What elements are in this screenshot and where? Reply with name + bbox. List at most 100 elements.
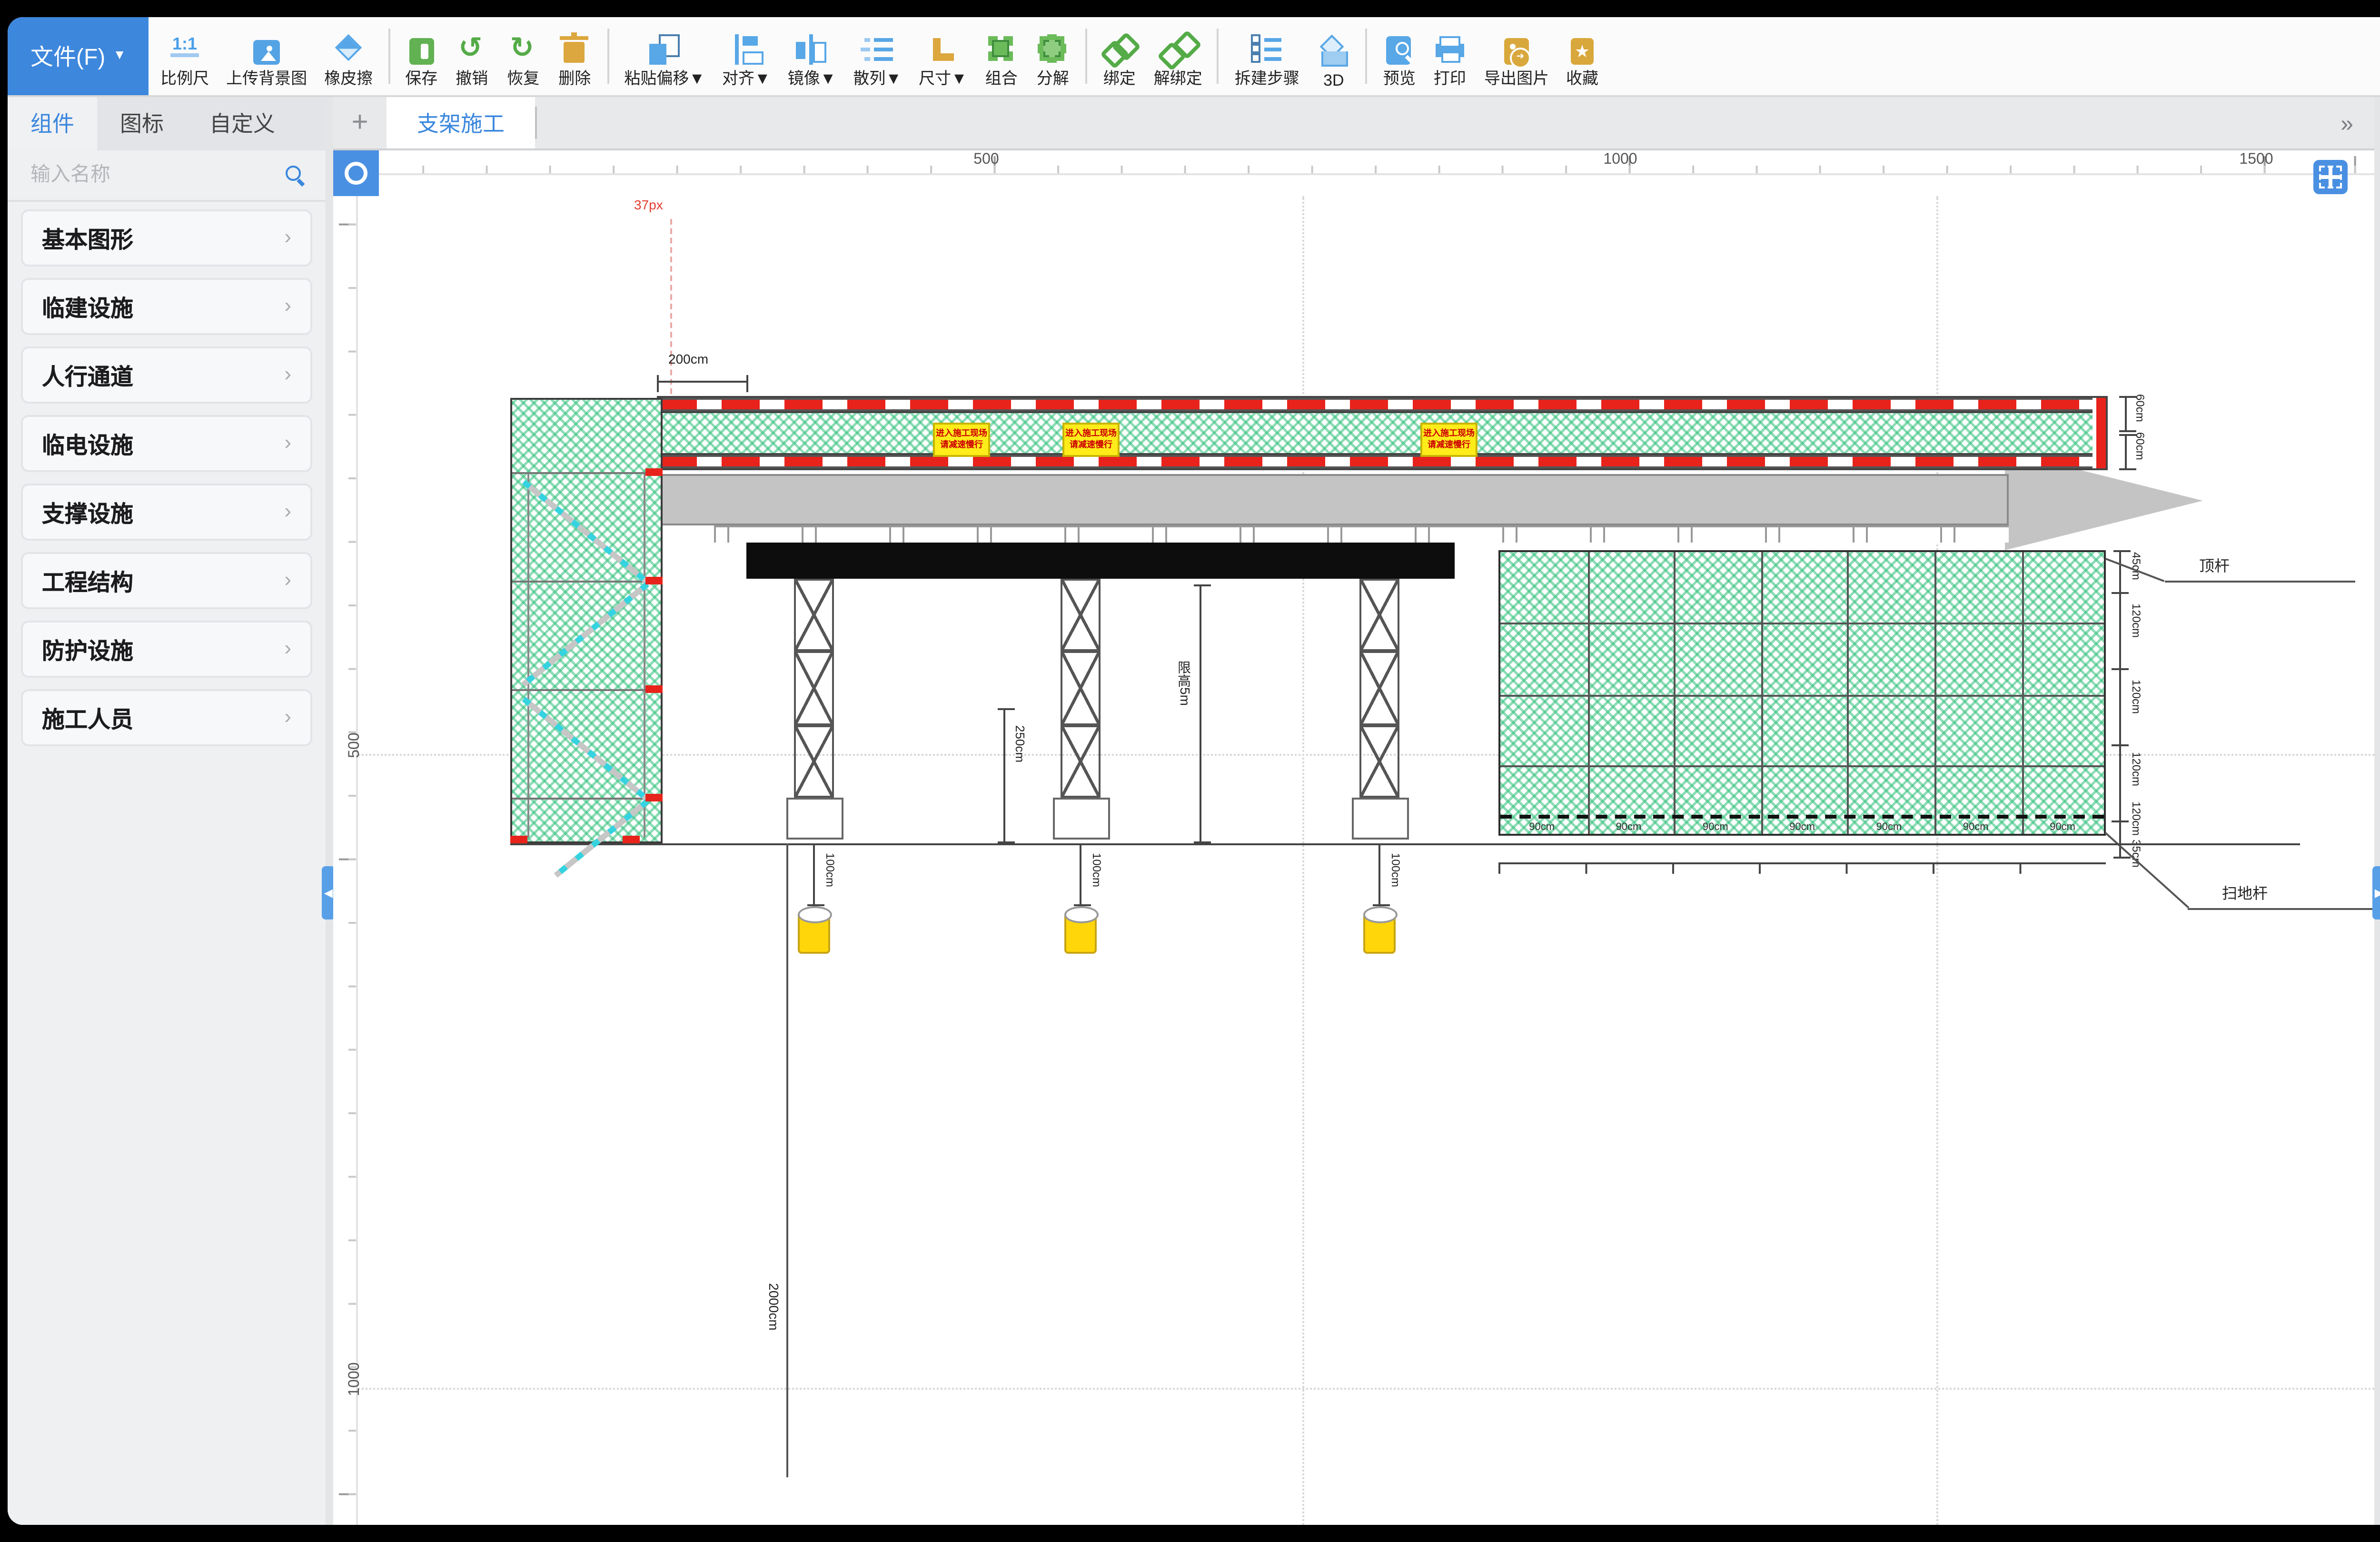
grid-line — [1936, 196, 1938, 1525]
sidebar-item-label: 基本图形 — [42, 222, 133, 254]
traffic-barrel[interactable] — [1064, 912, 1097, 954]
paste-offset-button[interactable]: 粘贴偏移▼ — [624, 34, 705, 89]
ruler-origin-button[interactable] — [333, 150, 379, 196]
toolbar-separator — [1085, 29, 1087, 84]
upload-background-button[interactable]: 上传背景图 — [226, 38, 307, 89]
sidebar-item-temp-facilities[interactable]: 临建设施› — [21, 278, 312, 335]
component-sidebar: 组件 图标 自定义 基本图形› 临建设施› 人行通道› 临电设施› 支撑设施› … — [8, 97, 326, 1525]
file-menu-button[interactable]: 文件(F) ▼ — [8, 17, 149, 95]
wall-dimension-line — [1498, 862, 2106, 874]
favorite-icon — [1571, 38, 1594, 65]
wall-rail — [1500, 765, 2104, 767]
component-category-list: 基本图形› 临建设施› 人行通道› 临电设施› 支撑设施› 工程结构› 防护设施… — [8, 202, 326, 1525]
warning-sign[interactable]: 进入施工现场 请减速慢行 — [1062, 423, 1120, 457]
traffic-barrel[interactable] — [1363, 912, 1396, 954]
stair-tower[interactable] — [510, 398, 663, 843]
column-base-pad — [1352, 798, 1409, 840]
scatter-button[interactable]: 散列▼ — [853, 34, 902, 89]
safety-net-wall[interactable] — [1498, 550, 2106, 836]
delete-button[interactable]: 删除 — [557, 34, 592, 89]
add-tab-button[interactable]: + — [333, 97, 387, 148]
tower-level — [512, 581, 661, 583]
guide-line[interactable] — [670, 219, 672, 394]
wall-post — [1587, 552, 1589, 834]
dimension-line — [657, 381, 748, 383]
bind-button[interactable]: 绑定 — [1102, 34, 1137, 89]
sign-text: 进入施工现场 — [1065, 428, 1117, 440]
tab-icons[interactable]: 图标 — [97, 97, 187, 150]
tab-components[interactable]: 组件 — [8, 97, 97, 150]
lattice-column[interactable] — [794, 579, 834, 798]
sidebar-item-protective-facilities[interactable]: 防护设施 › — [21, 621, 312, 678]
toolbar-label: 尺寸▼ — [919, 67, 967, 89]
chevron-right-icon: › — [284, 295, 291, 318]
tab-custom[interactable]: 自定义 — [187, 97, 298, 150]
paste-offset-icon — [647, 34, 682, 65]
chevron-right-icon: › — [284, 638, 291, 661]
toolbar-label: 预览 — [1383, 67, 1416, 89]
tab-scaffold-construction[interactable]: 支架施工 — [387, 97, 535, 148]
stair-flight — [522, 480, 650, 585]
save-icon — [409, 38, 434, 65]
toolbar-label: 镜像▼ — [788, 67, 836, 89]
stair-flight — [521, 582, 649, 687]
lattice-column[interactable] — [1061, 579, 1101, 798]
scale-icon — [168, 34, 202, 65]
align-button[interactable]: 对齐▼ — [722, 34, 771, 89]
search-icon[interactable] — [286, 165, 307, 186]
eraser-button[interactable]: 橡皮擦 — [324, 34, 373, 89]
wall-post — [1934, 552, 1936, 834]
canvas-tab-strip: + 支架施工 » — [333, 97, 2374, 150]
overhead-walkway[interactable] — [657, 396, 2108, 470]
chevron-right-icon: › — [284, 706, 291, 729]
column-base-pad — [786, 798, 843, 840]
upload-background-icon — [253, 40, 280, 65]
dimension-tick — [2112, 820, 2129, 822]
sidebar-item-construction-workers[interactable]: 施工人员› — [21, 689, 312, 746]
collapse-panel-button[interactable]: » — [2340, 97, 2351, 148]
group-button[interactable]: 组合 — [984, 34, 1019, 89]
favorite-button[interactable]: 收藏 — [1566, 36, 1598, 89]
sidebar-item-temp-power[interactable]: 临电设施› — [21, 415, 312, 472]
sidebar-item-pedestrian-passage[interactable]: 人行通道› — [21, 346, 312, 404]
warning-sign[interactable]: 进入施工现场 请减速慢行 — [933, 423, 990, 457]
sidebar-item-support-facilities[interactable]: 支撑设施› — [21, 484, 312, 541]
sign-text: 请减速慢行 — [940, 440, 983, 451]
lattice-column[interactable] — [1359, 579, 1399, 798]
app-window: 文件(F) ▼ 比例尺 上传背景图 橡皮擦 保存 撤销 恢复 删除 粘贴偏移▼ … — [8, 17, 2380, 1525]
sidebar-item-label: 防护设施 — [42, 633, 133, 665]
drawing-canvas[interactable]: 500 1000 1500 500 1000 37px 200cm — [333, 150, 2374, 1525]
sidebar-item-basic-shapes[interactable]: 基本图形› — [21, 209, 312, 267]
toolbar-separator — [607, 29, 609, 84]
unbind-button[interactable]: 解绑定 — [1154, 34, 1202, 89]
scale-button[interactable]: 比例尺 — [160, 34, 209, 89]
toolbar-label: 对齐▼ — [722, 67, 771, 89]
undo-button[interactable]: 撤销 — [455, 34, 489, 89]
traffic-barrel[interactable] — [798, 912, 830, 954]
view-3d-button[interactable]: 3D — [1317, 38, 1351, 89]
build-steps-button[interactable]: 拆建步骤 — [1235, 34, 1299, 89]
bridge-deck[interactable] — [657, 474, 2009, 525]
print-button[interactable]: 打印 — [1433, 34, 1467, 89]
sidebar-item-engineering-structure[interactable]: 工程结构› — [21, 552, 312, 609]
tower-level — [512, 798, 661, 800]
redo-icon — [506, 34, 540, 65]
sidebar-item-label: 支撑设施 — [42, 496, 133, 528]
size-button[interactable]: 尺寸▼ — [919, 34, 967, 89]
collapse-right-handle[interactable]: ▶ — [2372, 866, 2380, 919]
save-button[interactable]: 保存 — [405, 36, 437, 89]
warning-sign[interactable]: 进入施工现场 请减速慢行 — [1420, 423, 1478, 457]
toolbar: 文件(F) ▼ 比例尺 上传背景图 橡皮擦 保存 撤销 恢复 删除 粘贴偏移▼ … — [8, 17, 2380, 97]
mirror-button[interactable]: 镜像▼ — [788, 34, 836, 89]
search-input[interactable] — [27, 162, 278, 188]
ungroup-button[interactable]: 分解 — [1036, 34, 1070, 89]
fit-view-button[interactable] — [2313, 160, 2348, 194]
redo-button[interactable]: 恢复 — [506, 34, 540, 89]
preview-button[interactable]: 预览 — [1383, 36, 1416, 89]
height-limit-line — [1200, 584, 1201, 843]
black-beam[interactable] — [746, 543, 1455, 579]
toolbar-group-build: 拆建步骤 3D — [1223, 17, 1362, 95]
dimension-label: 100cm — [823, 853, 834, 887]
sidebar-search — [8, 150, 326, 202]
export-image-button[interactable]: 导出图片 — [1484, 36, 1549, 89]
